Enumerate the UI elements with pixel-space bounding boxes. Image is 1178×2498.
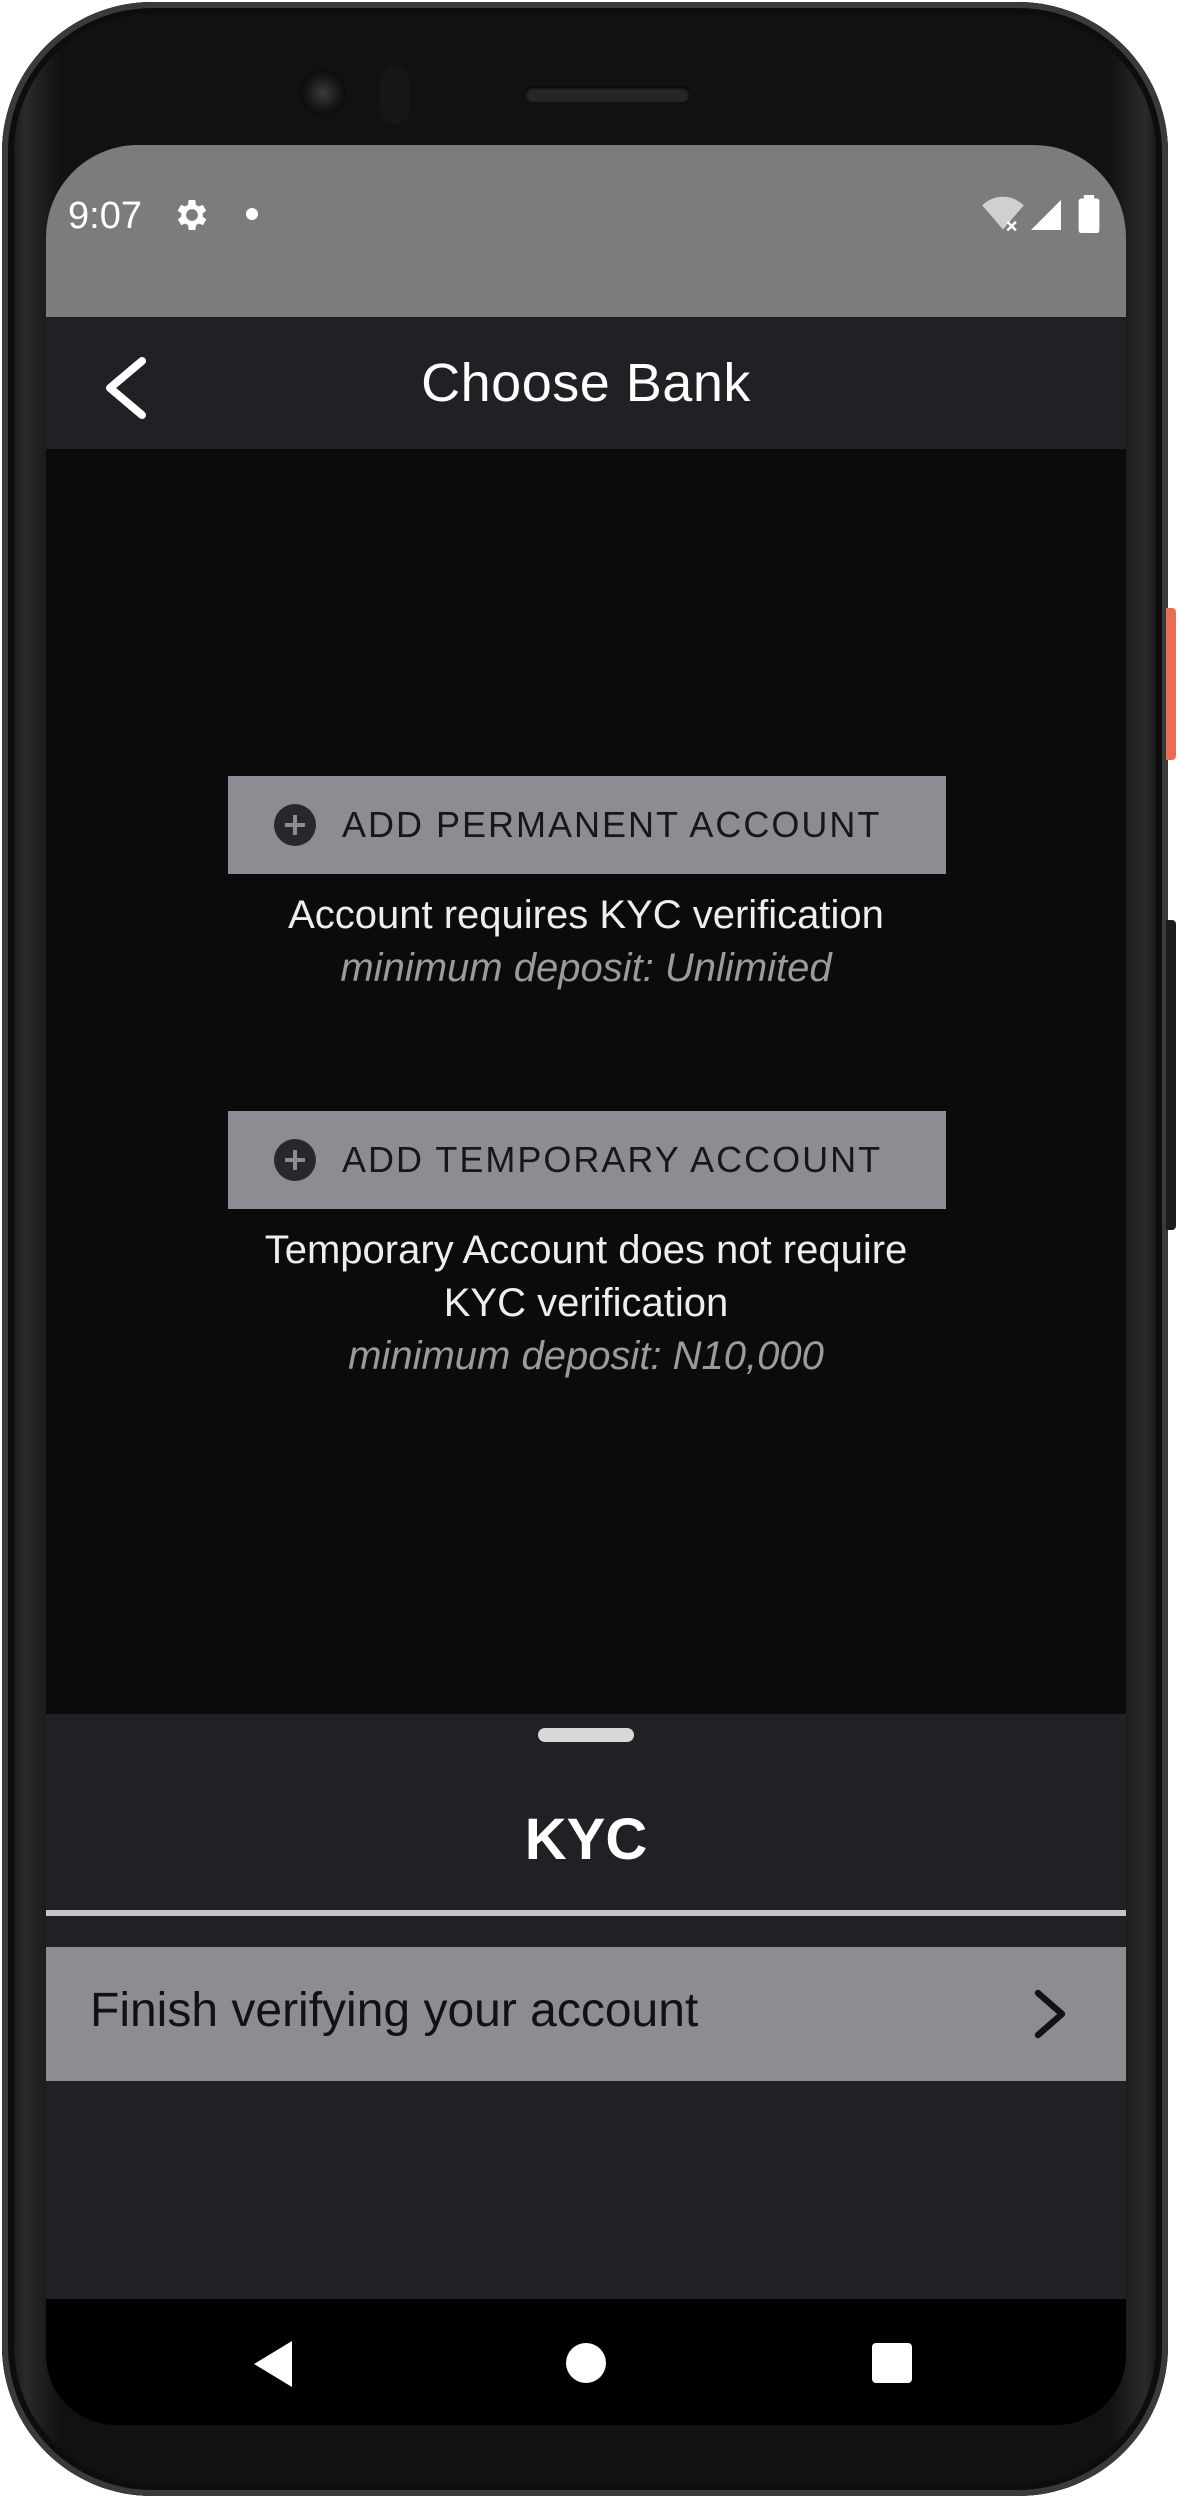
- kyc-bottom-sheet: KYC Finish verifying your account: [46, 1714, 1126, 2299]
- wifi-icon: [982, 196, 1024, 232]
- back-triangle-icon[interactable]: [250, 2339, 296, 2389]
- permanent-account-description: Account requires KYC verification: [288, 893, 884, 937]
- earpiece-speaker: [525, 86, 690, 102]
- add-permanent-account-button[interactable]: ADD PERMANENT ACCOUNT: [228, 776, 946, 874]
- screen: 9:07 Choose Bank ADD PERMANENT ACCOUNT A…: [46, 145, 1126, 2425]
- signal-icon: [1031, 200, 1061, 230]
- drag-handle[interactable]: [538, 1728, 634, 1742]
- page-title: Choose Bank: [421, 353, 751, 413]
- add-temporary-account-label: ADD TEMPORARY ACCOUNT: [342, 1139, 883, 1180]
- notification-dot-icon: [246, 208, 258, 220]
- battery-icon: [1078, 195, 1100, 233]
- proximity-sensor: [380, 66, 410, 124]
- home-circle-icon[interactable]: [566, 2343, 606, 2383]
- temporary-account-description-line2: KYC verification: [443, 1281, 729, 1325]
- sheet-title: KYC: [524, 1807, 648, 1872]
- finish-verifying-row[interactable]: Finish verifying your account: [46, 1947, 1126, 2081]
- chevron-right-icon: [1034, 1989, 1066, 2039]
- add-temporary-account-button[interactable]: ADD TEMPORARY ACCOUNT: [228, 1111, 946, 1209]
- gear-icon: [177, 200, 207, 230]
- system-nav-bar: [46, 2299, 1126, 2425]
- power-button: [1166, 608, 1176, 760]
- plus-circle-icon: [274, 804, 316, 846]
- temporary-minimum-deposit: minimum deposit: N10,000: [348, 1334, 824, 1378]
- status-bar: 9:07: [46, 145, 1126, 317]
- front-camera: [300, 70, 346, 116]
- content-area: ADD PERMANENT ACCOUNT Account requires K…: [46, 449, 1126, 1714]
- volume-button: [1166, 920, 1176, 1230]
- plus-circle-icon: [274, 1139, 316, 1181]
- add-permanent-account-label: ADD PERMANENT ACCOUNT: [342, 804, 882, 845]
- finish-verifying-label: Finish verifying your account: [90, 1984, 699, 2037]
- recents-square-icon[interactable]: [872, 2343, 912, 2383]
- temporary-account-description-line1: Temporary Account does not require: [264, 1228, 908, 1272]
- permanent-minimum-deposit: minimum deposit: Unlimited: [340, 946, 832, 990]
- divider: [46, 1910, 1126, 1916]
- app-bar: Choose Bank: [46, 317, 1126, 449]
- status-time: 9:07: [68, 195, 142, 237]
